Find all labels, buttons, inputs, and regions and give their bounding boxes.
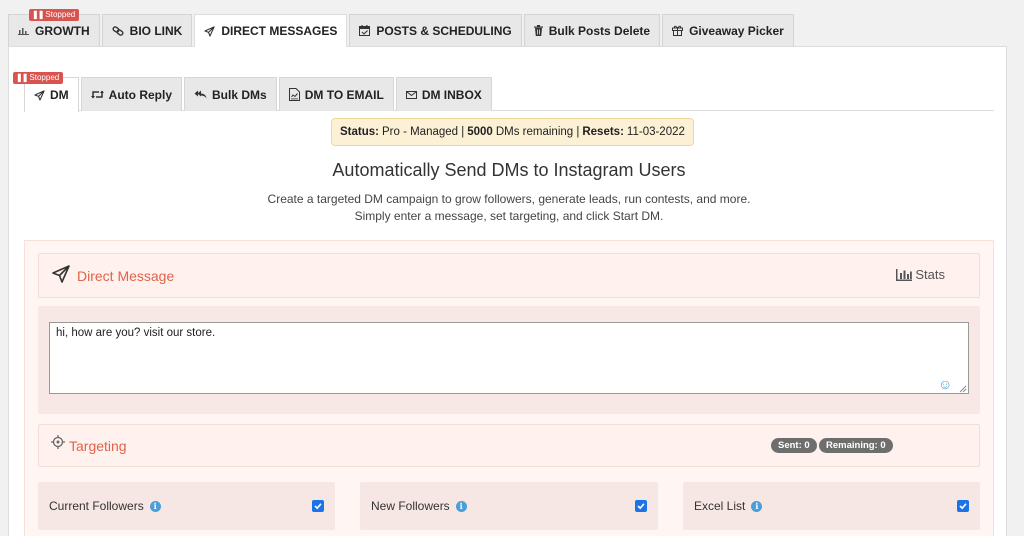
resets-label: Resets:	[582, 126, 624, 138]
subtab-label: Bulk DMs	[212, 87, 267, 102]
calendar-icon	[359, 25, 371, 36]
current-followers-checkbox[interactable]	[312, 500, 324, 512]
info-icon[interactable]: i	[149, 500, 161, 512]
subtab-auto-reply[interactable]: Auto Reply	[80, 77, 183, 111]
option-current-followers: Current Followers i	[38, 482, 335, 530]
info-icon[interactable]: i	[751, 500, 763, 512]
stats-label: Stats	[915, 267, 945, 282]
tab-label: DIRECT MESSAGES	[221, 24, 338, 38]
targeting-title: Targeting	[69, 438, 127, 454]
status-box: Status: Pro - Managed | 5000 DMs remaini…	[331, 118, 694, 146]
sub-tab-bar: ❚❚ Stopped DM Auto Reply Bulk DMs DM TO E…	[13, 72, 494, 112]
direct-message-header: Direct Message Stats	[38, 253, 980, 298]
message-textarea[interactable]: hi, how are you? visit our store.	[49, 322, 969, 394]
status-plan: Pro - Managed |	[381, 126, 465, 138]
envelope-icon	[405, 90, 417, 99]
tab-label: BIO LINK	[129, 23, 183, 38]
paper-plane-icon	[34, 89, 45, 101]
dms-remaining-count: 5000	[467, 126, 493, 138]
option-excel-list: Excel List i	[683, 482, 980, 530]
subtab-dm-inbox[interactable]: DM INBOX	[395, 77, 492, 111]
subtab-label: DM	[50, 88, 69, 102]
reply-all-icon	[194, 90, 207, 99]
option-label: Excel List	[694, 499, 746, 513]
subtab-dm[interactable]: ❚❚ Stopped DM	[13, 72, 79, 112]
stats-button[interactable]: Stats	[896, 267, 945, 282]
tab-bulk-posts-delete[interactable]: Bulk Posts Delete	[523, 14, 661, 46]
trash-icon	[533, 25, 543, 36]
subtab-label: Auto Reply	[108, 87, 173, 102]
page-description: Create a targeted DM campaign to grow fo…	[0, 191, 1018, 225]
tab-growth[interactable]: ❚❚ Stopped GROWTH	[8, 9, 100, 46]
paper-plane-icon	[204, 25, 215, 37]
tab-label: Bulk Posts Delete	[548, 23, 651, 38]
remaining-count-badge: Remaining: 0	[819, 438, 893, 453]
sent-count-badge: Sent: 0	[771, 438, 817, 453]
tab-label: POSTS & SCHEDULING	[376, 23, 512, 38]
status-badge-growth: ❚❚ Stopped	[29, 9, 80, 21]
bar-chart-icon	[896, 268, 913, 281]
link-icon	[112, 25, 124, 36]
option-label: New Followers	[371, 499, 450, 513]
document-icon	[288, 88, 300, 101]
subtab-label: DM TO EMAIL	[304, 87, 384, 102]
new-followers-checkbox[interactable]	[635, 500, 647, 512]
resize-handle-icon[interactable]	[959, 385, 967, 393]
subtab-label: DM INBOX	[421, 87, 482, 102]
resets-date: 11-03-2022	[626, 126, 685, 138]
paper-plane-icon	[51, 264, 71, 289]
retweet-icon	[90, 90, 104, 99]
subtab-bulk-dms[interactable]: Bulk DMs	[184, 77, 277, 111]
dms-remaining-text: DMs remaining |	[495, 126, 580, 138]
direct-message-title: Direct Message	[77, 268, 175, 284]
info-icon[interactable]: i	[455, 500, 467, 512]
top-tab-bar: ❚❚ Stopped GROWTH BIO LINK DIRECT MESSAGE…	[8, 9, 796, 47]
tab-label: Giveaway Picker	[689, 23, 784, 38]
subtab-dm-to-email[interactable]: DM TO EMAIL	[278, 77, 394, 111]
crosshair-icon	[51, 435, 65, 454]
tab-bio-link[interactable]: BIO LINK	[101, 14, 193, 46]
status-badge-dm: ❚❚ Stopped	[13, 72, 64, 84]
description-line-1: Create a targeted DM campaign to grow fo…	[267, 192, 751, 206]
option-new-followers: New Followers i	[360, 482, 658, 530]
message-container: hi, how are you? visit our store. ☺	[38, 306, 980, 414]
description-line-2: Simply enter a message, set targeting, a…	[354, 209, 664, 223]
option-label: Current Followers	[49, 499, 144, 513]
emoji-icon[interactable]: ☺	[938, 376, 952, 392]
tab-label: GROWTH	[35, 23, 90, 38]
tab-direct-messages[interactable]: DIRECT MESSAGES	[194, 14, 348, 47]
status-label: Status:	[340, 126, 379, 138]
gift-icon	[672, 25, 684, 36]
excel-list-checkbox[interactable]	[957, 500, 969, 512]
tab-giveaway-picker[interactable]: Giveaway Picker	[662, 14, 794, 46]
tab-posts-scheduling[interactable]: POSTS & SCHEDULING	[349, 14, 522, 46]
bar-chart-icon	[18, 26, 29, 35]
page-title: Automatically Send DMs to Instagram User…	[332, 160, 686, 180]
